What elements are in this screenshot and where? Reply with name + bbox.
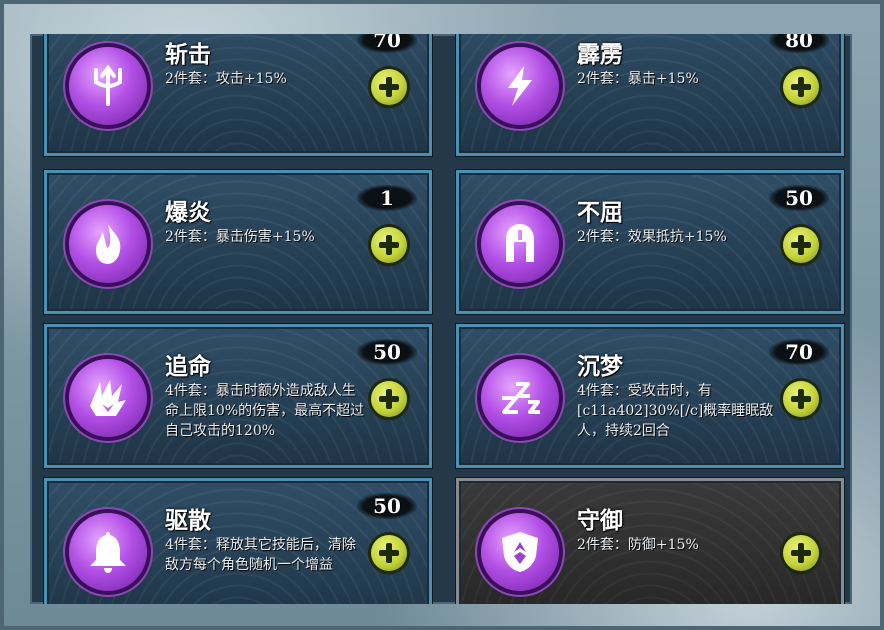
set-desc: 2件套：效果抵抗+15% (577, 229, 727, 245)
shield-icon (481, 513, 559, 591)
bell-icon (69, 513, 147, 591)
set-count: 50 (357, 339, 417, 365)
set-desc: 2件套：防御+15% (577, 537, 699, 553)
lightning-icon (481, 47, 559, 125)
set-name: 驱散 (165, 507, 211, 534)
set-card-shouyu[interactable]: 守御 2件套：防御+15% (456, 478, 844, 604)
set-name: 追命 (165, 353, 211, 380)
set-desc: 2件套：暴击+15% (577, 71, 699, 87)
set-name: 沉梦 (577, 353, 623, 380)
trident-icon (69, 47, 147, 125)
set-card-buqu[interactable]: 不屈 2件套：效果抵抗+15% 50 (456, 170, 844, 314)
set-card-zhanji[interactable]: 斩击 2件套：攻击+15% 70 (44, 34, 432, 156)
set-card-pili[interactable]: 霹雳 2件套：暴击+15% 80 (456, 34, 844, 156)
set-count: 50 (357, 493, 417, 519)
set-count: 80 (769, 34, 829, 53)
add-button[interactable] (371, 227, 407, 263)
add-button[interactable] (783, 227, 819, 263)
set-name: 爆炎 (165, 199, 211, 226)
set-card-chenmeng[interactable]: 沉梦 4件套：受攻击时，有[c11a402]30%[/c]概率睡眠敌人，持续2回… (456, 324, 844, 468)
set-card-qusan[interactable]: 驱散 4件套：释放其它技能后，清除敌方每个角色随机一个增益 50 (44, 478, 432, 604)
set-list[interactable]: 斩击 2件套：攻击+15% 70 霹雳 2件套：暴击+15% 80 爆炎 2件套… (30, 34, 852, 604)
set-desc: 4件套：释放其它技能后，清除敌方每个角色随机一个增益 (165, 537, 356, 573)
set-desc: 2件套：攻击+15% (165, 71, 287, 87)
helmet-icon (481, 205, 559, 283)
add-button[interactable] (371, 69, 407, 105)
panel-frame: 斩击 2件套：攻击+15% 70 霹雳 2件套：暴击+15% 80 爆炎 2件套… (0, 0, 884, 630)
set-desc: 4件套：暴击时额外造成敌人生命上限10%的伤害，最高不超过自己攻击的120% (165, 383, 365, 439)
set-desc: 4件套：受攻击时，有[c11a402]30%[/c]概率睡眠敌人，持续2回合 (577, 383, 774, 439)
set-count: 50 (769, 185, 829, 211)
sleep-icon (481, 359, 559, 437)
claw-icon (69, 359, 147, 437)
set-count: 1 (357, 185, 417, 211)
set-count: 70 (769, 339, 829, 365)
set-name: 守御 (577, 507, 623, 534)
set-name: 霹雳 (577, 41, 623, 68)
add-button[interactable] (371, 535, 407, 571)
flame-icon (69, 205, 147, 283)
set-desc: 2件套：暴击伤害+15% (165, 229, 315, 245)
set-card-zhuiming[interactable]: 追命 4件套：暴击时额外造成敌人生命上限10%的伤害，最高不超过自己攻击的120… (44, 324, 432, 468)
add-button[interactable] (783, 69, 819, 105)
set-card-baoyan[interactable]: 爆炎 2件套：暴击伤害+15% 1 (44, 170, 432, 314)
set-name: 斩击 (165, 41, 211, 68)
set-count: 70 (357, 34, 417, 53)
add-button[interactable] (783, 535, 819, 571)
set-name: 不屈 (577, 199, 623, 226)
add-button[interactable] (371, 381, 407, 417)
add-button[interactable] (783, 381, 819, 417)
